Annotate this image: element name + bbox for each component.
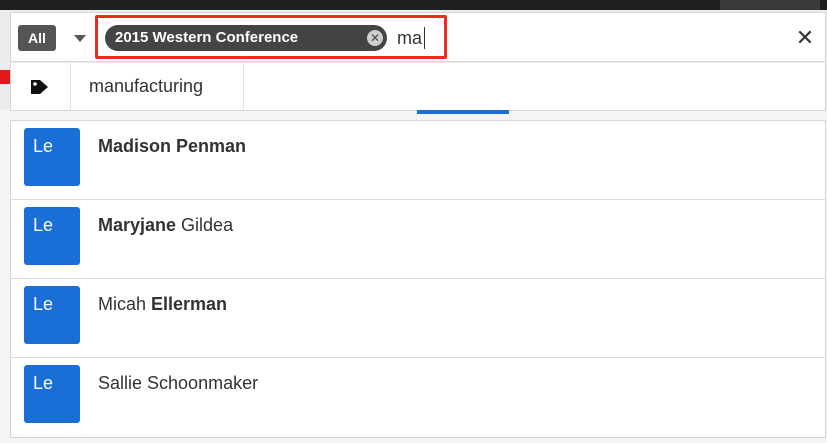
name-text: Gildea — [176, 215, 234, 235]
result-name[interactable]: Madison Penman — [98, 136, 246, 157]
module-avatar: Le — [24, 207, 80, 265]
name-match: Maryjane — [98, 215, 177, 235]
background-header — [0, 0, 827, 10]
result-name[interactable]: Sallie Schoonmaker — [98, 373, 258, 394]
search-input[interactable] — [397, 26, 443, 50]
name-text: Sallie Schoonmaker — [98, 373, 259, 393]
module-avatar: Le — [24, 128, 80, 186]
text-cursor — [424, 27, 425, 49]
module-avatar: Le — [24, 286, 80, 344]
search-results-list: Le Madison Penman Le Maryjane Gildea Le … — [10, 120, 826, 438]
close-icon[interactable]: ✕ — [795, 25, 815, 51]
tag-icon-cell — [11, 63, 71, 110]
result-row[interactable]: Le Madison Penman — [11, 121, 825, 200]
module-selector-button[interactable]: All — [18, 25, 56, 51]
tag-icon — [31, 80, 48, 94]
module-avatar: Le — [24, 365, 80, 423]
tag-suggestion-item[interactable]: manufacturing — [71, 63, 244, 110]
background-header-item — [720, 0, 820, 10]
result-name[interactable]: Micah Ellerman — [98, 294, 227, 315]
name-match: Madison Penman — [98, 136, 247, 156]
tag-filter-pill: 2015 Western Conference ✕ — [105, 25, 387, 51]
background-tab-indicator — [417, 110, 509, 114]
remove-tag-icon[interactable]: ✕ — [367, 30, 383, 46]
result-row[interactable]: Le Micah Ellerman — [11, 279, 825, 358]
search-bar: All 2015 Western Conference ✕ ✕ — [10, 12, 826, 62]
name-text: Micah — [98, 294, 152, 314]
chevron-down-icon[interactable] — [74, 35, 86, 42]
tag-filter-label: 2015 Western Conference — [115, 29, 299, 46]
result-row[interactable]: Le Sallie Schoonmaker — [11, 358, 825, 437]
background-accent — [0, 70, 10, 84]
name-match: Ellerman — [151, 294, 228, 314]
tag-suggestion-bar: manufacturing — [10, 63, 826, 111]
result-name[interactable]: Maryjane Gildea — [98, 215, 233, 236]
result-row[interactable]: Le Maryjane Gildea — [11, 200, 825, 279]
